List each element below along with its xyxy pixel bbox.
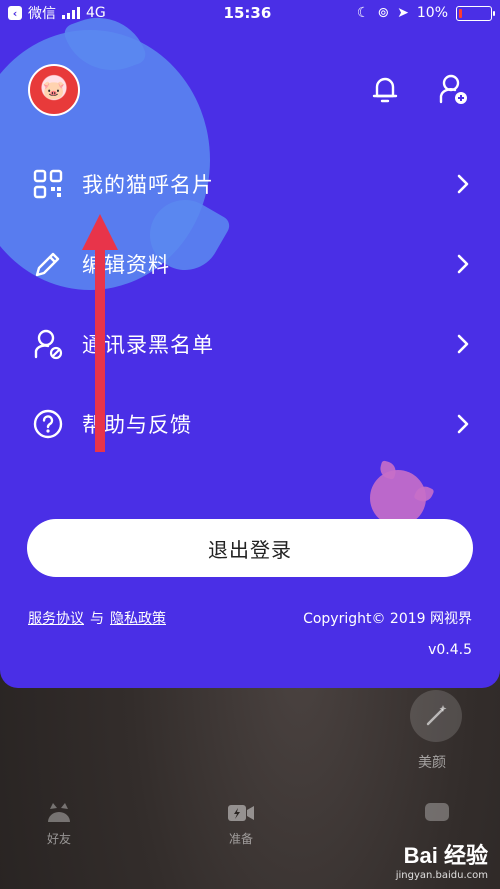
menu-item-label: 编辑资料 <box>82 253 170 277</box>
tab-ready[interactable]: 准备 <box>226 800 256 847</box>
watermark-brand: Bai 经验 <box>403 843 488 868</box>
back-to-app-icon[interactable]: ‹ <box>8 6 22 20</box>
copyright-text: Copyright© 2019 网视界 <box>303 611 472 627</box>
privacy-link[interactable]: 隐私政策 <box>110 608 166 628</box>
help-icon <box>33 409 63 439</box>
menu-item-edit-profile[interactable]: 编辑资料 <box>0 224 500 304</box>
decorative-mascot <box>370 470 426 526</box>
footer-and: 与 <box>90 611 104 627</box>
tab-friends[interactable]: 好友 <box>44 800 74 847</box>
menu-item-label: 通讯录黑名单 <box>82 333 214 357</box>
add-user-icon[interactable] <box>436 72 470 106</box>
chevron-right-icon <box>457 414 469 434</box>
tab-label: 准备 <box>228 832 253 846</box>
qr-code-icon <box>33 169 63 199</box>
location-icon: ➤ <box>397 5 409 21</box>
pencil-icon <box>35 252 60 277</box>
network-label: 4G <box>86 5 106 21</box>
settings-panel: 🐷 我的猫呼名片 编辑资料 通讯录黑名单 帮助与反馈 退出登录 服务协议 与 隐… <box>0 0 500 688</box>
tab-label: 好友 <box>46 832 71 846</box>
video-camera-icon <box>228 805 254 821</box>
magic-wand-icon <box>426 705 447 726</box>
battery-icon <box>456 5 495 21</box>
moon-icon: ☾ <box>356 5 370 21</box>
clock: 15:36 <box>223 4 272 22</box>
chevron-right-icon <box>457 334 469 354</box>
chevron-right-icon <box>457 174 469 194</box>
chevron-right-icon <box>457 254 469 274</box>
menu-item-contact-blacklist[interactable]: 通讯录黑名单 <box>0 304 500 384</box>
beauty-button[interactable] <box>410 690 462 742</box>
menu-item-label: 我的猫呼名片 <box>82 173 214 197</box>
back-app-label[interactable]: 微信 <box>28 3 56 23</box>
settings-menu: 我的猫呼名片 编辑资料 通讯录黑名单 帮助与反馈 <box>0 144 500 464</box>
version-text: v0.4.5 <box>428 642 472 658</box>
watermark-url: jingyan.baidu.com <box>395 870 488 881</box>
menu-item-help-feedback[interactable]: 帮助与反馈 <box>0 384 500 464</box>
footer-links: 服务协议 与 隐私政策 <box>28 608 166 628</box>
status-bar: ‹ 微信 4G 15:36 ☾ ⊚ ➤ 10% <box>0 0 500 26</box>
contact-block-icon <box>34 329 63 360</box>
menu-item-business-card[interactable]: 我的猫呼名片 <box>0 144 500 224</box>
baidu-watermark: Bai 经验 jingyan.baidu.com <box>396 838 488 881</box>
logout-button[interactable]: 退出登录 <box>27 519 473 577</box>
bell-icon[interactable] <box>368 72 402 106</box>
tab-right[interactable] <box>422 800 452 830</box>
tutorial-arrow-icon <box>82 214 118 452</box>
menu-item-label: 帮助与反馈 <box>82 413 192 437</box>
battery-percent: 10% <box>416 5 448 21</box>
chat-icon <box>425 803 449 821</box>
signal-icon <box>62 7 80 19</box>
rotation-lock-icon: ⊚ <box>377 5 390 21</box>
cat-face-icon <box>48 803 70 822</box>
avatar[interactable]: 🐷 <box>28 64 80 116</box>
terms-link[interactable]: 服务协议 <box>28 608 84 628</box>
beauty-label: 美颜 <box>418 755 446 771</box>
